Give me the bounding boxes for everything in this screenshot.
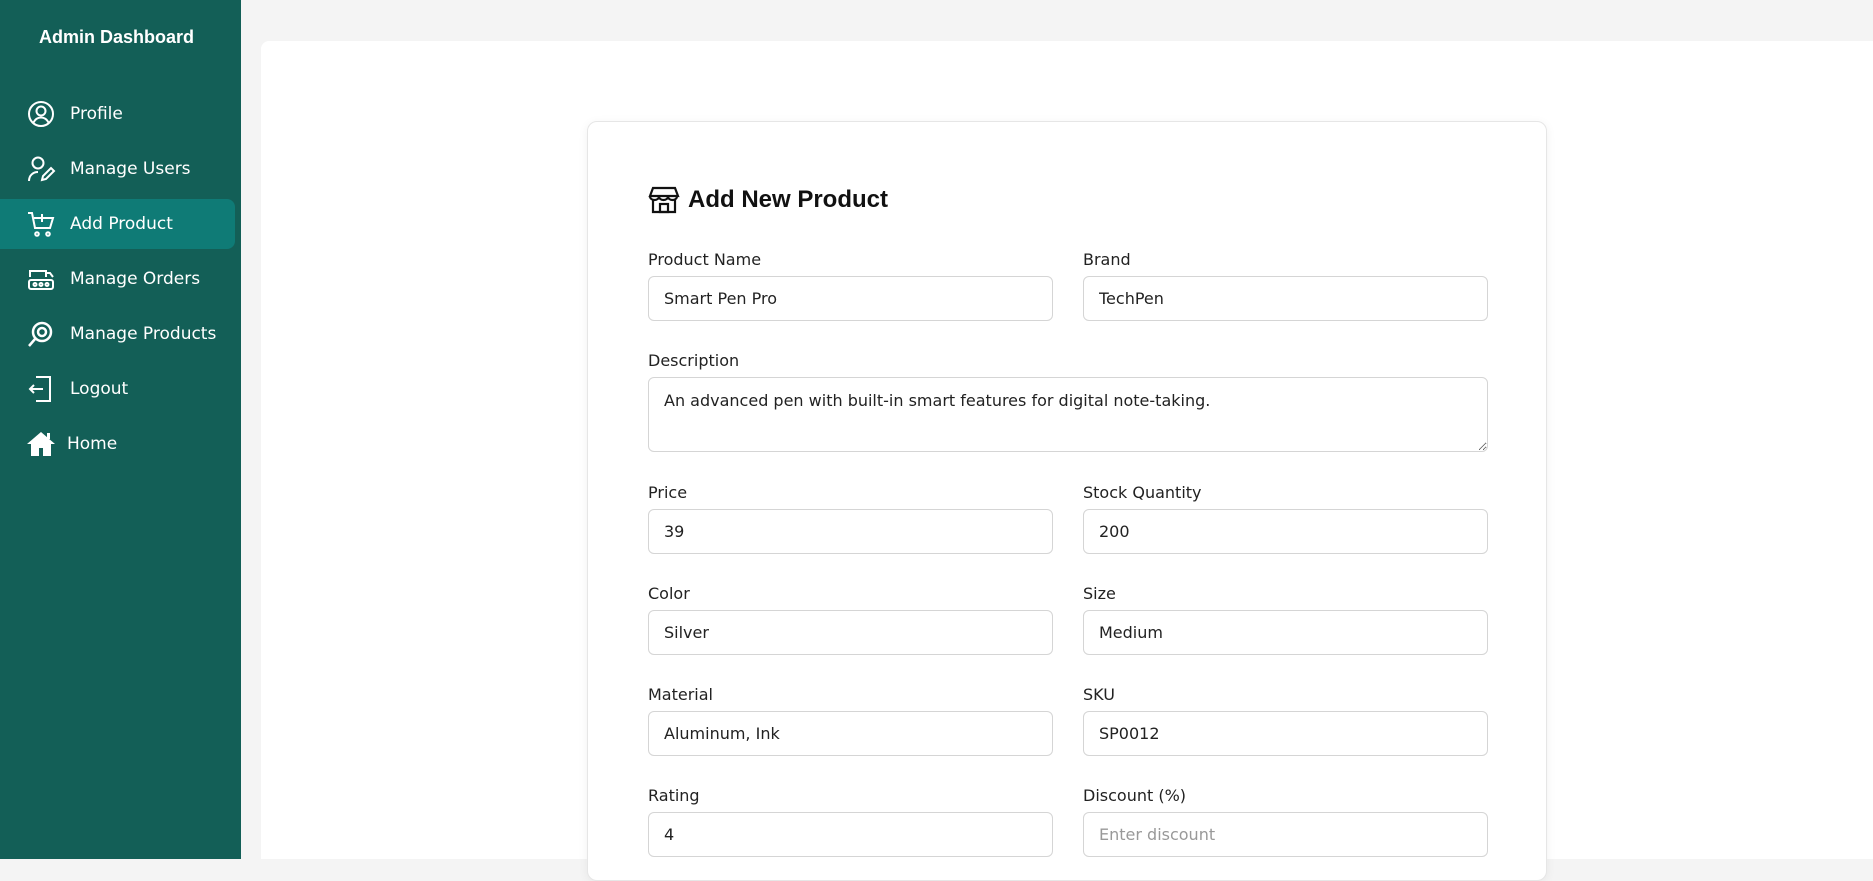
sidebar-item-manage-users[interactable]: Manage Users bbox=[0, 144, 235, 194]
form-title: Add New Product bbox=[648, 184, 888, 216]
brand-label: Brand bbox=[1083, 250, 1131, 269]
product-name-field: Product Name bbox=[648, 250, 1053, 321]
sidebar-item-label: Manage Products bbox=[70, 324, 217, 344]
sidebar-item-manage-orders[interactable]: Manage Orders bbox=[0, 254, 235, 304]
logout-icon bbox=[26, 374, 56, 404]
brand-field: Brand bbox=[1083, 250, 1488, 321]
add-product-form: Add New Product Product Name Brand Descr… bbox=[587, 121, 1547, 881]
description-field: Description An advanced pen with built-i… bbox=[648, 351, 1488, 456]
sidebar-item-home[interactable]: Home bbox=[0, 419, 235, 469]
stock-quantity-label: Stock Quantity bbox=[1083, 483, 1202, 502]
color-input[interactable] bbox=[648, 610, 1053, 655]
price-field: Price bbox=[648, 483, 1053, 554]
description-label: Description bbox=[648, 351, 740, 370]
page-title: Add New Product bbox=[688, 186, 889, 213]
sidebar-item-profile[interactable]: Profile bbox=[0, 89, 235, 139]
truck-icon bbox=[26, 264, 56, 294]
sidebar-item-label: Manage Users bbox=[70, 159, 191, 179]
brand-input[interactable] bbox=[1083, 276, 1488, 321]
sku-label: SKU bbox=[1083, 685, 1115, 704]
sku-field: SKU bbox=[1083, 685, 1488, 756]
sidebar-item-label: Logout bbox=[70, 379, 129, 399]
price-label: Price bbox=[648, 483, 688, 502]
rating-input[interactable] bbox=[648, 812, 1053, 857]
user-edit-icon bbox=[26, 154, 56, 184]
discount-field: Discount (%) bbox=[1083, 786, 1488, 857]
sidebar-item-label: Home bbox=[67, 434, 118, 454]
sidebar-item-label: Profile bbox=[70, 104, 123, 124]
sidebar-item-manage-products[interactable]: Manage Products bbox=[0, 309, 235, 359]
stock-quantity-field: Stock Quantity bbox=[1083, 483, 1488, 554]
price-input[interactable] bbox=[648, 509, 1053, 554]
discount-input[interactable] bbox=[1083, 812, 1488, 857]
search-product-icon bbox=[26, 319, 56, 349]
sidebar-item-label: Manage Orders bbox=[70, 269, 201, 289]
rating-label: Rating bbox=[648, 786, 700, 805]
rating-field: Rating bbox=[648, 786, 1053, 857]
material-label: Material bbox=[648, 685, 713, 704]
size-field: Size bbox=[1083, 584, 1488, 655]
sidebar-nav: Profile Manage Users Add Product Manage … bbox=[0, 89, 241, 474]
product-name-label: Product Name bbox=[648, 250, 762, 269]
product-name-input[interactable] bbox=[648, 276, 1053, 321]
sidebar-title: Admin Dashboard bbox=[38, 27, 194, 47]
size-label: Size bbox=[1083, 584, 1116, 603]
description-textarea[interactable]: An advanced pen with built-in smart feat… bbox=[648, 377, 1488, 452]
sidebar-item-add-product[interactable]: Add Product bbox=[0, 199, 235, 249]
size-input[interactable] bbox=[1083, 610, 1488, 655]
user-circle-icon bbox=[26, 99, 56, 129]
sidebar-item-logout[interactable]: Logout bbox=[0, 364, 235, 414]
material-field: Material bbox=[648, 685, 1053, 756]
store-icon bbox=[648, 186, 680, 214]
cart-add-icon bbox=[26, 209, 56, 239]
sku-input[interactable] bbox=[1083, 711, 1488, 756]
color-label: Color bbox=[648, 584, 690, 603]
sidebar-item-label: Add Product bbox=[70, 214, 173, 234]
material-input[interactable] bbox=[648, 711, 1053, 756]
discount-label: Discount (%) bbox=[1083, 786, 1187, 805]
sidebar: Admin Dashboard Profile Manage Users Add… bbox=[0, 0, 241, 859]
color-field: Color bbox=[648, 584, 1053, 655]
home-icon bbox=[26, 429, 56, 459]
stock-quantity-input[interactable] bbox=[1083, 509, 1488, 554]
